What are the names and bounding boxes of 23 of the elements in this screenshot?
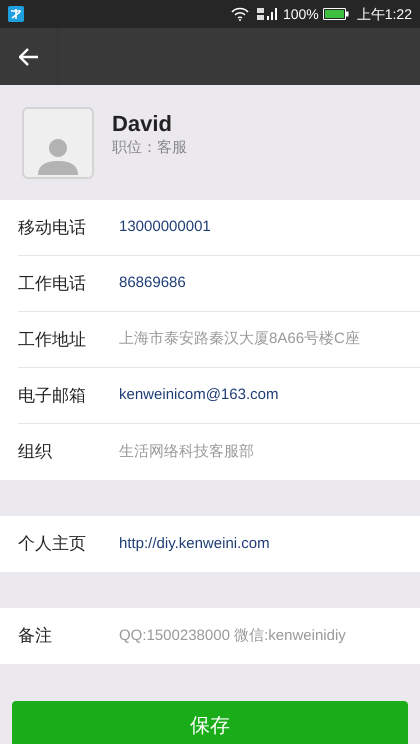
field-label: 移动电话: [18, 216, 87, 239]
job-position: 职位：客服: [112, 138, 187, 158]
battery-icon: [322, 8, 349, 20]
field-value[interactable]: 86869686: [119, 272, 186, 295]
clock-time: 上午1:22: [356, 4, 412, 24]
field-label: 备注: [18, 625, 53, 648]
field-label: 组织: [18, 441, 53, 464]
field-value: 生活网络科技客服部: [119, 442, 254, 462]
field-label: 工作电话: [18, 272, 87, 295]
field-value[interactable]: kenweinicom@163.com: [119, 384, 278, 407]
field-label: 个人主页: [18, 533, 87, 556]
field-label: 电子邮箱: [18, 384, 87, 407]
battery-percent: 100%: [282, 4, 319, 24]
field-value: 上海市泰安路秦汉大厦8A66号楼C座: [119, 329, 360, 350]
contact-name: David: [112, 110, 173, 137]
back-arrow-icon: [18, 48, 38, 66]
app-icon: [8, 6, 24, 22]
field-label: 工作地址: [18, 328, 87, 351]
field-value: QQ:1500238000 微信:kenweinidiy: [119, 626, 346, 646]
field-value[interactable]: 13000000001: [119, 216, 211, 239]
wifi-icon: [230, 7, 249, 21]
field-value[interactable]: http://diy.kenweini.com: [119, 532, 270, 556]
signal-icon: [256, 7, 279, 21]
